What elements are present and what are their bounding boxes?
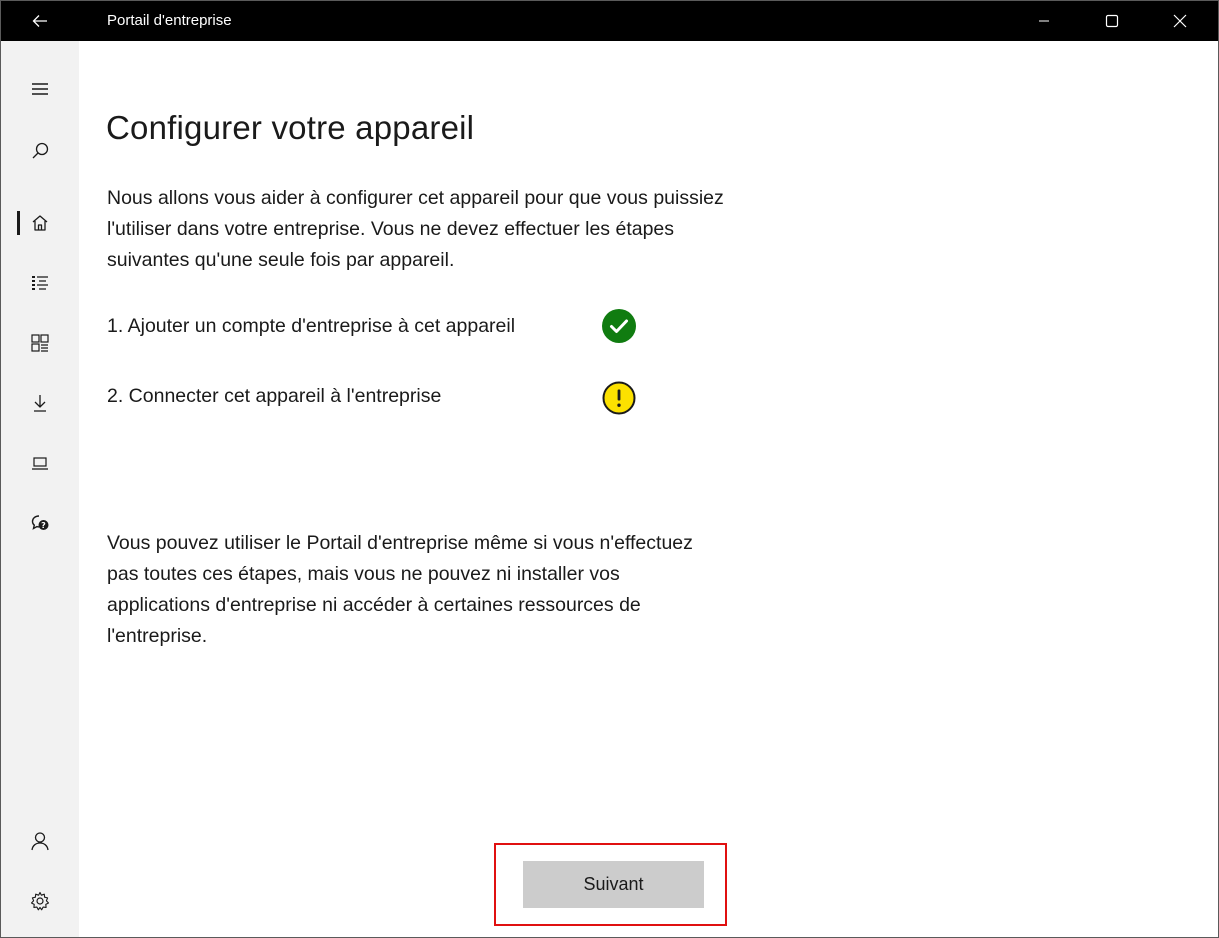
navigation-sidebar: ?: [1, 41, 79, 937]
nav-downloads[interactable]: [1, 379, 79, 427]
nav-devices[interactable]: [1, 439, 79, 487]
checkmark-circle-icon: [602, 309, 636, 343]
step-1-label: 1. Ajouter un compte d'entreprise à cet …: [107, 315, 516, 337]
minimize-button[interactable]: [1019, 1, 1069, 41]
maximize-icon: [1105, 14, 1119, 28]
warning-circle-icon: [602, 381, 636, 415]
nav-settings[interactable]: [1, 877, 79, 925]
close-icon: [1173, 14, 1187, 28]
settings-gear-icon: [30, 891, 50, 911]
minimize-icon: [1039, 20, 1049, 22]
back-arrow-icon: [32, 15, 47, 27]
title-bar: Portail d'entreprise: [1, 1, 1218, 41]
active-indicator: [17, 211, 20, 235]
menu-toggle-button[interactable]: [1, 65, 79, 113]
nav-list[interactable]: [1, 259, 79, 307]
account-icon: [31, 832, 49, 851]
download-icon: [34, 395, 46, 412]
svg-text:?: ?: [41, 521, 46, 530]
note-text: Vous pouvez utiliser le Portail d'entrep…: [107, 532, 693, 647]
list-icon: [32, 276, 48, 290]
search-icon: [32, 142, 49, 159]
apps-grid-icon: [31, 334, 49, 352]
page-title: Configurer votre appareil: [106, 109, 475, 146]
nav-apps[interactable]: [1, 319, 79, 367]
nav-help[interactable]: ?: [1, 499, 79, 547]
intro-text: Nous allons vous aider à configurer cet …: [107, 187, 724, 271]
nav-search[interactable]: [1, 127, 79, 175]
device-laptop-icon: [32, 457, 48, 470]
nav-account[interactable]: [1, 817, 79, 865]
back-button[interactable]: [15, 1, 65, 41]
hamburger-menu-icon: [32, 83, 48, 95]
window-title: Portail d'entreprise: [107, 12, 232, 29]
step-2-label: 2. Connecter cet appareil à l'entreprise: [107, 385, 442, 407]
nav-home[interactable]: [1, 199, 79, 247]
home-icon: [32, 215, 48, 231]
maximize-button[interactable]: [1087, 1, 1137, 41]
next-button[interactable]: Suivant: [523, 861, 704, 908]
main-content: Configurer votre appareil Nous allons vo…: [79, 41, 1218, 937]
close-button[interactable]: [1155, 1, 1205, 41]
app-window: Portail d'entreprise ? Configurer votre …: [0, 0, 1219, 938]
help-chat-icon: ?: [31, 515, 49, 530]
